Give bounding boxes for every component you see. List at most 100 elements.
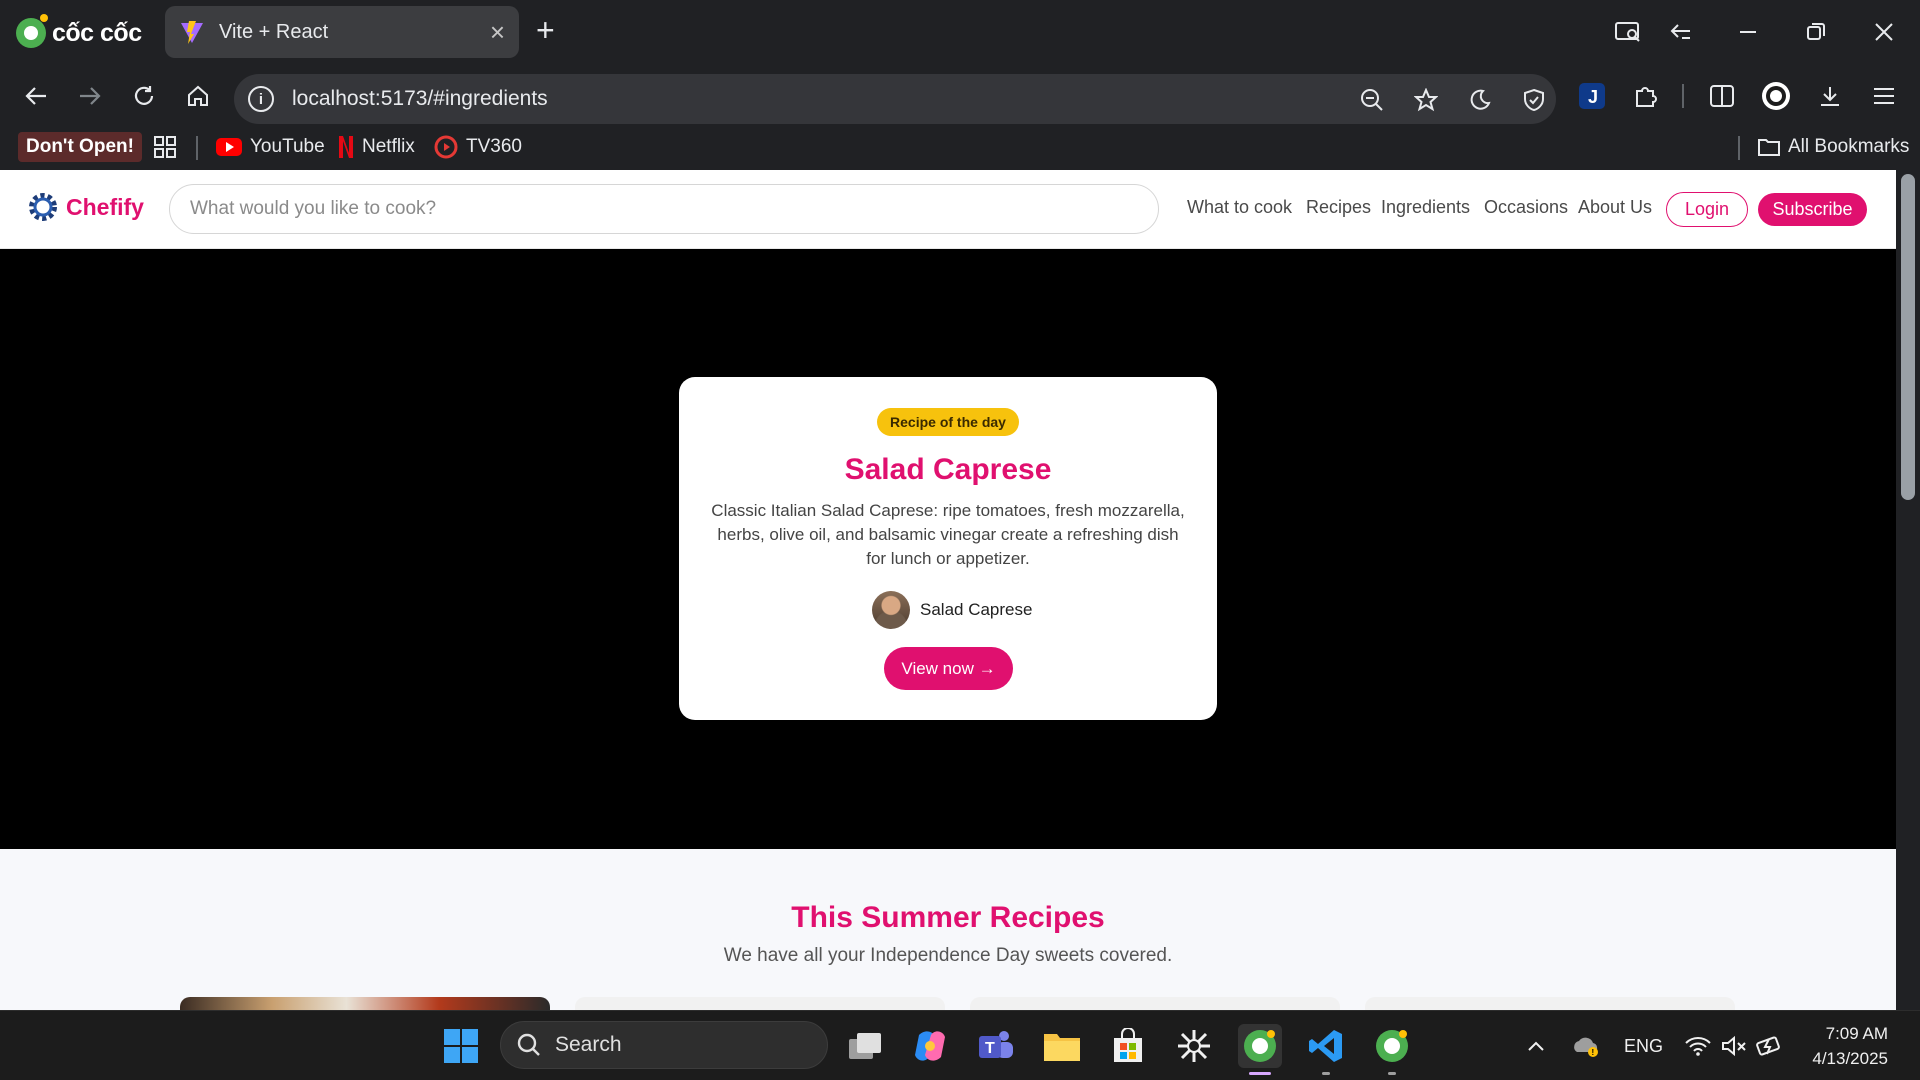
coccoc-taskbar-icon[interactable]: [1238, 1024, 1282, 1068]
apps-grid-icon[interactable]: [154, 132, 176, 162]
browser-tab-active[interactable]: Vite + React ×: [165, 6, 519, 58]
nav-about-us[interactable]: About Us: [1578, 197, 1652, 218]
coccoc-logo[interactable]: cốc cốc: [16, 14, 142, 50]
site-header: Chefify What to cook Recipes Ingredients…: [0, 170, 1896, 249]
clock-date: 4/13/2025: [1812, 1049, 1888, 1068]
coccoc-logo-icon: [16, 14, 48, 48]
recipe-author: Salad Caprese: [872, 591, 1032, 629]
brand-name: Chefify: [66, 193, 144, 220]
bookmark-tv360[interactable]: TV360: [434, 132, 522, 162]
coccoc-taskbar-icon-2[interactable]: [1370, 1024, 1414, 1068]
bookmark-label: TV360: [466, 136, 522, 157]
extensions-puzzle-icon[interactable]: [1628, 78, 1664, 114]
minimize-button[interactable]: [1726, 14, 1770, 50]
forward-button[interactable]: [72, 78, 108, 114]
home-button[interactable]: [180, 78, 216, 114]
view-now-button[interactable]: View now →: [884, 647, 1013, 690]
tab-close-icon[interactable]: ×: [490, 19, 505, 45]
windows-start-icon[interactable]: [439, 1024, 483, 1068]
recipe-card-image[interactable]: [1365, 997, 1735, 1010]
battery-charging-icon[interactable]: [1748, 1024, 1792, 1068]
svg-text:!: !: [1592, 1048, 1595, 1057]
recipe-of-the-day-badge: Recipe of the day: [877, 408, 1019, 436]
bookmark-dont-open[interactable]: Don't Open!: [18, 132, 142, 162]
address-url: localhost:5173/#ingredients: [292, 87, 548, 110]
running-app-indicator: [1322, 1072, 1330, 1075]
taskbar-search-box[interactable]: Search: [500, 1021, 828, 1069]
browser-nav-bar: i localhost:5173/#ingredients J: [0, 66, 1920, 126]
ai-sparkle-app-icon[interactable]: [1172, 1024, 1216, 1068]
page-scrollbar-thumb[interactable]: [1901, 174, 1915, 500]
netflix-icon: [339, 136, 353, 158]
onedrive-warning-icon[interactable]: !: [1564, 1024, 1608, 1068]
bookmark-star-icon[interactable]: [1412, 86, 1440, 114]
task-view-icon[interactable]: [843, 1024, 887, 1068]
recipe-of-the-day-card: Recipe of the day Salad Caprese Classic …: [679, 377, 1217, 720]
all-bookmarks-label: All Bookmarks: [1788, 136, 1910, 157]
reload-button[interactable]: [126, 78, 162, 114]
active-app-indicator: [1249, 1072, 1271, 1075]
recipe-description: Classic Italian Salad Caprese: ripe toma…: [711, 501, 1185, 568]
bookmarks-bar: Don't Open! YouTube Netflix TV360 All Bo…: [0, 126, 1920, 170]
shield-icon[interactable]: [1520, 86, 1548, 114]
recipe-card-image[interactable]: [970, 997, 1340, 1010]
chefify-logo[interactable]: Chefify: [28, 192, 144, 222]
input-language[interactable]: ENG: [1624, 1036, 1663, 1057]
bookmarks-divider: [1738, 136, 1740, 160]
subscribe-button[interactable]: Subscribe: [1758, 193, 1867, 226]
section-subtitle: We have all your Independence Day sweets…: [723, 945, 1173, 966]
restore-button[interactable]: [1794, 14, 1838, 50]
search-icon: [517, 1033, 540, 1056]
profile-avatar-icon[interactable]: [1758, 78, 1794, 114]
tab-title: Vite + React: [219, 20, 329, 43]
dark-mode-icon[interactable]: [1466, 86, 1494, 114]
recipe-card-image[interactable]: [575, 997, 945, 1010]
site-info-icon[interactable]: i: [248, 86, 274, 112]
menu-icon[interactable]: [1866, 78, 1902, 114]
close-window-button[interactable]: [1862, 14, 1906, 50]
show-hidden-icons-chevron-icon[interactable]: [1514, 1024, 1558, 1068]
downloads-icon[interactable]: [1812, 78, 1848, 114]
summer-recipes-section: This Summer Recipes We have all your Ind…: [0, 849, 1896, 1010]
nav-what-to-cook[interactable]: What to cook: [1187, 197, 1292, 218]
microsoft-store-icon[interactable]: [1106, 1024, 1150, 1068]
folder-icon: [1758, 139, 1780, 156]
section-title: This Summer Recipes: [791, 901, 1105, 934]
nav-recipes[interactable]: Recipes: [1306, 197, 1371, 218]
teams-icon[interactable]: T: [974, 1024, 1018, 1068]
windows-taskbar: Search T ! ENG 7:09 AM 4/13/2025: [0, 1010, 1920, 1080]
extension-j-icon[interactable]: J: [1574, 78, 1610, 114]
author-avatar: [872, 591, 910, 629]
clock-time: 7:09 AM: [1825, 1024, 1888, 1043]
copilot-icon[interactable]: [908, 1024, 952, 1068]
login-button[interactable]: Login: [1666, 192, 1748, 227]
bookmark-netflix[interactable]: Netflix: [338, 132, 415, 162]
new-tab-button[interactable]: +: [536, 14, 555, 46]
all-bookmarks-button[interactable]: All Bookmarks: [1758, 132, 1909, 162]
browser-tab-bar: cốc cốc Vite + React × +: [0, 0, 1920, 66]
zoom-out-icon[interactable]: [1358, 86, 1386, 114]
author-name: Salad Caprese: [920, 600, 1033, 619]
hero-section: Recipe of the day Salad Caprese Classic …: [0, 249, 1896, 849]
bookmark-youtube[interactable]: YouTube: [216, 132, 325, 162]
recipe-card-image[interactable]: [180, 997, 550, 1010]
bookmark-label: Netflix: [362, 136, 415, 157]
taskbar-search-label: Search: [555, 1033, 622, 1056]
vite-favicon-icon: [181, 21, 203, 44]
recipe-search-input[interactable]: [169, 184, 1159, 234]
web-page: Chefify What to cook Recipes Ingredients…: [0, 170, 1896, 1010]
sidebar-toggle-icon[interactable]: [1658, 14, 1702, 50]
bookmarks-divider: [196, 136, 198, 160]
browser-brand-name: cốc cốc: [52, 18, 142, 47]
nav-ingredients[interactable]: Ingredients: [1381, 197, 1470, 218]
nav-occasions[interactable]: Occasions: [1484, 197, 1568, 218]
system-clock[interactable]: 7:09 AM 4/13/2025: [1812, 1021, 1888, 1071]
running-app-indicator: [1388, 1072, 1396, 1075]
svg-text:T: T: [985, 1040, 995, 1057]
split-view-icon[interactable]: [1704, 78, 1740, 114]
back-button[interactable]: [18, 78, 54, 114]
file-explorer-icon[interactable]: [1040, 1024, 1084, 1068]
tab-search-icon[interactable]: [1606, 14, 1650, 50]
address-bar[interactable]: i localhost:5173/#ingredients: [234, 74, 1556, 124]
vscode-icon[interactable]: [1304, 1024, 1348, 1068]
